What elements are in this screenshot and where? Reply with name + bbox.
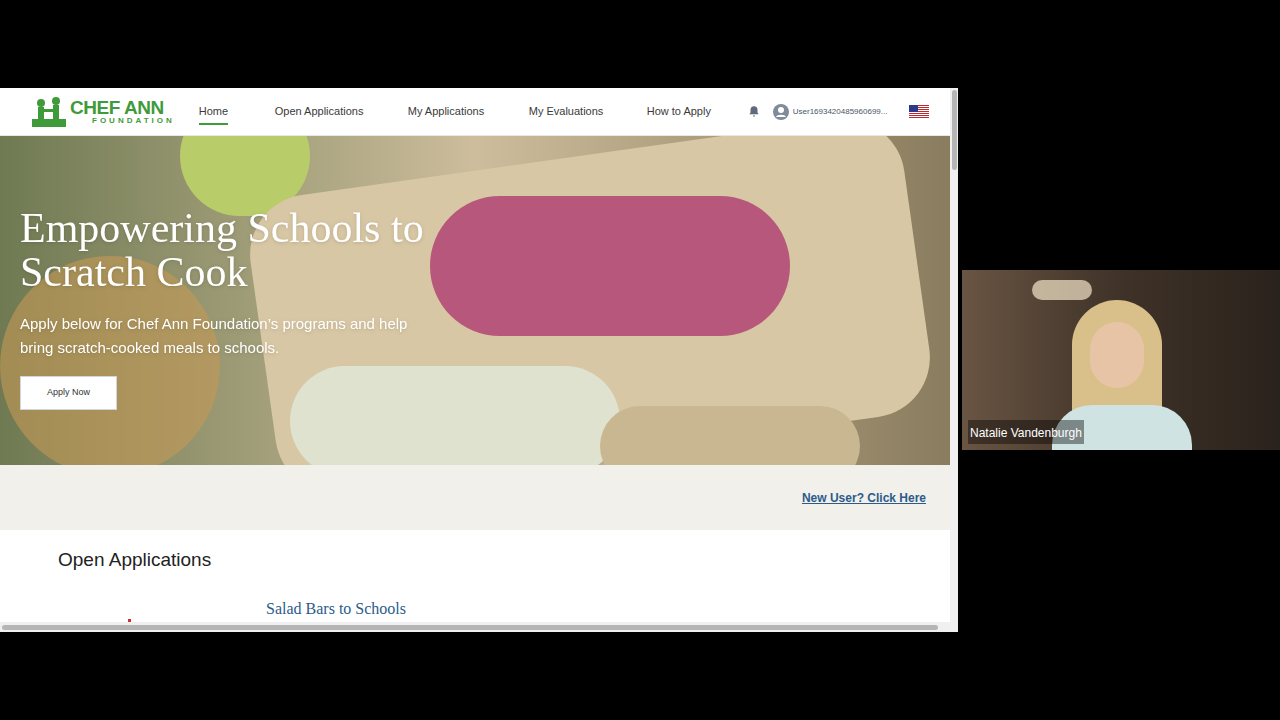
program-title[interactable]: Salad Bars to Schools (0, 575, 950, 621)
nav-item[interactable]: Home (199, 98, 228, 125)
nav-item[interactable]: My Applications (408, 98, 484, 125)
new-user-strip: New User? Click Here (0, 465, 950, 530)
nav-item[interactable]: How to Apply (647, 98, 711, 125)
horizontal-scrollbar[interactable] (0, 622, 958, 632)
us-flag-icon[interactable] (909, 105, 929, 118)
user-menu[interactable]: User1693420485960699... (773, 104, 888, 120)
nav-item-wrap: Home (199, 88, 275, 136)
shared-screen: CHEF ANN FOUNDATION Home Open Application… (0, 88, 958, 632)
nav-item-wrap: My Applications (408, 88, 529, 136)
bell-icon[interactable] (747, 105, 761, 119)
new-user-link[interactable]: New User? Click Here (802, 489, 926, 507)
web-page: CHEF ANN FOUNDATION Home Open Application… (0, 88, 950, 622)
participant-name: Natalie Vandenburgh (970, 426, 1082, 440)
open-applications-section: Open Applications Salad Bars to Schools (0, 530, 950, 622)
apply-now-button[interactable]: Apply Now (20, 376, 117, 410)
meeting-window: CHEF ANN FOUNDATION Home Open Application… (0, 0, 1280, 720)
nav-bar: CHEF ANN FOUNDATION Home Open Application… (0, 88, 950, 136)
logo[interactable]: CHEF ANN FOUNDATION (32, 97, 175, 127)
hero-banner: Empowering Schools to Scratch Cook Apply… (0, 136, 950, 465)
participant-video: Natalie Vandenburgh (962, 270, 1280, 450)
user-avatar-icon (773, 104, 789, 120)
chef-logo-icon (32, 97, 66, 127)
nav-item-wrap: My Evaluations (529, 88, 647, 136)
vertical-scrollbar[interactable] (950, 88, 958, 622)
nav-item[interactable]: My Evaluations (529, 98, 604, 125)
nav-item-wrap: How to Apply (647, 88, 747, 136)
nav-item-wrap: Open Applications (275, 88, 408, 136)
nav-item[interactable]: Open Applications (275, 98, 364, 125)
nav-items: Home Open Applications My Applications My E… (199, 88, 747, 136)
